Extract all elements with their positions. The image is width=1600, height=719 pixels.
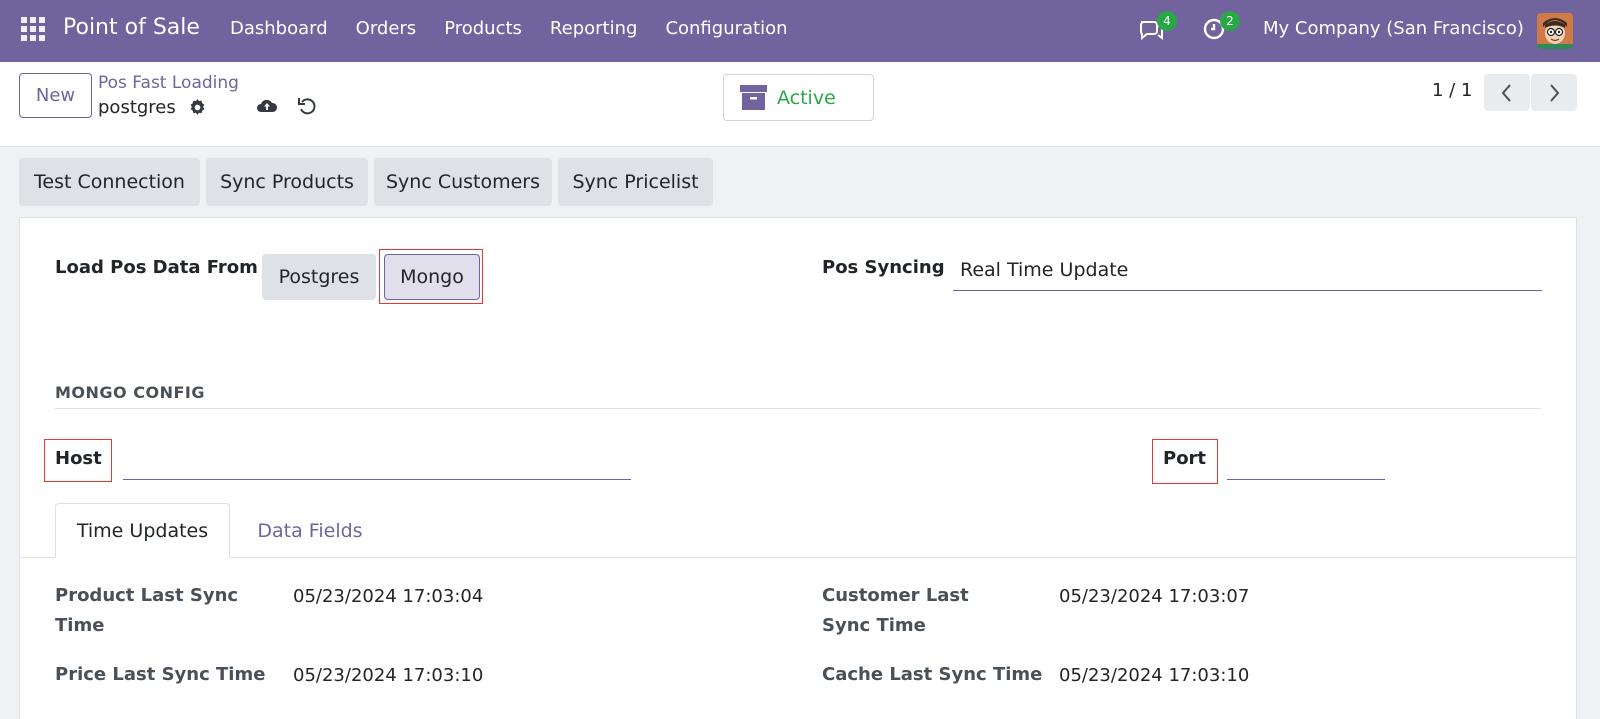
- menu-configuration[interactable]: Configuration: [665, 18, 787, 39]
- port-label: Port: [1163, 448, 1207, 469]
- cache-last-sync-label: Cache Last Sync Time: [822, 664, 1043, 685]
- apps-grid-icon[interactable]: [21, 17, 45, 41]
- menu-orders[interactable]: Orders: [356, 18, 417, 39]
- host-input[interactable]: [123, 448, 631, 476]
- active-status-button[interactable]: Active: [723, 74, 874, 121]
- gear-icon[interactable]: [188, 98, 207, 117]
- breadcrumb-current: postgres: [98, 97, 176, 118]
- sync-products-button[interactable]: Sync Products: [206, 158, 368, 206]
- active-status-label: Active: [777, 87, 836, 109]
- highlight-box: [379, 249, 483, 304]
- port-underline: [1227, 479, 1385, 480]
- main-menu: Dashboard Orders Products Reporting Conf…: [230, 18, 816, 39]
- activities-count-badge: 2: [1220, 11, 1240, 31]
- pos-syncing-label: Pos Syncing: [822, 257, 945, 278]
- menu-reporting[interactable]: Reporting: [550, 18, 638, 39]
- sync-customers-button[interactable]: Sync Customers: [374, 158, 552, 206]
- chevron-left-icon: [1501, 83, 1511, 102]
- product-last-sync-label: Product Last Sync Time: [55, 585, 239, 636]
- pos-syncing-select[interactable]: Real Time Update: [960, 259, 1128, 281]
- port-input[interactable]: [1227, 448, 1385, 476]
- host-underline: [123, 479, 631, 480]
- user-avatar[interactable]: [1537, 13, 1573, 49]
- save-cloud-icon[interactable]: [256, 96, 278, 116]
- menu-dashboard[interactable]: Dashboard: [230, 18, 328, 39]
- mongo-config-title: MONGO CONFIG: [55, 383, 205, 402]
- load-from-label: Load Pos Data From: [55, 257, 258, 278]
- control-panel: New Pos Fast Loading postgres Active 1 /: [0, 62, 1600, 147]
- archive-box-icon: [740, 85, 767, 111]
- chevron-right-icon: [1550, 83, 1560, 102]
- pager-previous-button[interactable]: [1484, 74, 1530, 111]
- customer-last-sync-label: Customer Last Sync Time: [822, 585, 969, 636]
- section-divider: [55, 408, 1541, 409]
- sync-pricelist-button[interactable]: Sync Pricelist: [558, 158, 713, 206]
- pos-syncing-underline: [953, 290, 1542, 291]
- messages-count-badge: 4: [1157, 11, 1177, 31]
- price-last-sync-label: Price Last Sync Time: [55, 664, 266, 685]
- tab-data-fields[interactable]: Data Fields: [235, 503, 385, 558]
- pager-value[interactable]: 1 / 1: [1432, 80, 1472, 101]
- new-button[interactable]: New: [19, 73, 92, 118]
- customer-last-sync-value: 05/23/2024 17:03:07: [1059, 586, 1250, 607]
- test-connection-button[interactable]: Test Connection: [19, 158, 200, 206]
- menu-products[interactable]: Products: [444, 18, 522, 39]
- pager-next-button[interactable]: [1531, 74, 1577, 111]
- top-navbar: Point of Sale Dashboard Orders Products …: [0, 0, 1600, 62]
- load-option-postgres[interactable]: Postgres: [262, 254, 376, 300]
- tab-time-updates[interactable]: Time Updates: [55, 503, 230, 558]
- product-last-sync-value: 05/23/2024 17:03:04: [293, 586, 484, 607]
- host-label: Host: [55, 448, 102, 469]
- cache-last-sync-value: 05/23/2024 17:03:10: [1059, 665, 1250, 686]
- breadcrumb-parent[interactable]: Pos Fast Loading: [98, 73, 239, 93]
- app-title[interactable]: Point of Sale: [63, 15, 200, 40]
- form-sheet: Load Pos Data From Postgres Mongo Pos Sy…: [19, 217, 1577, 719]
- discard-undo-icon[interactable]: [297, 96, 317, 116]
- price-last-sync-value: 05/23/2024 17:03:10: [293, 665, 484, 686]
- company-switcher[interactable]: My Company (San Francisco): [1263, 18, 1524, 39]
